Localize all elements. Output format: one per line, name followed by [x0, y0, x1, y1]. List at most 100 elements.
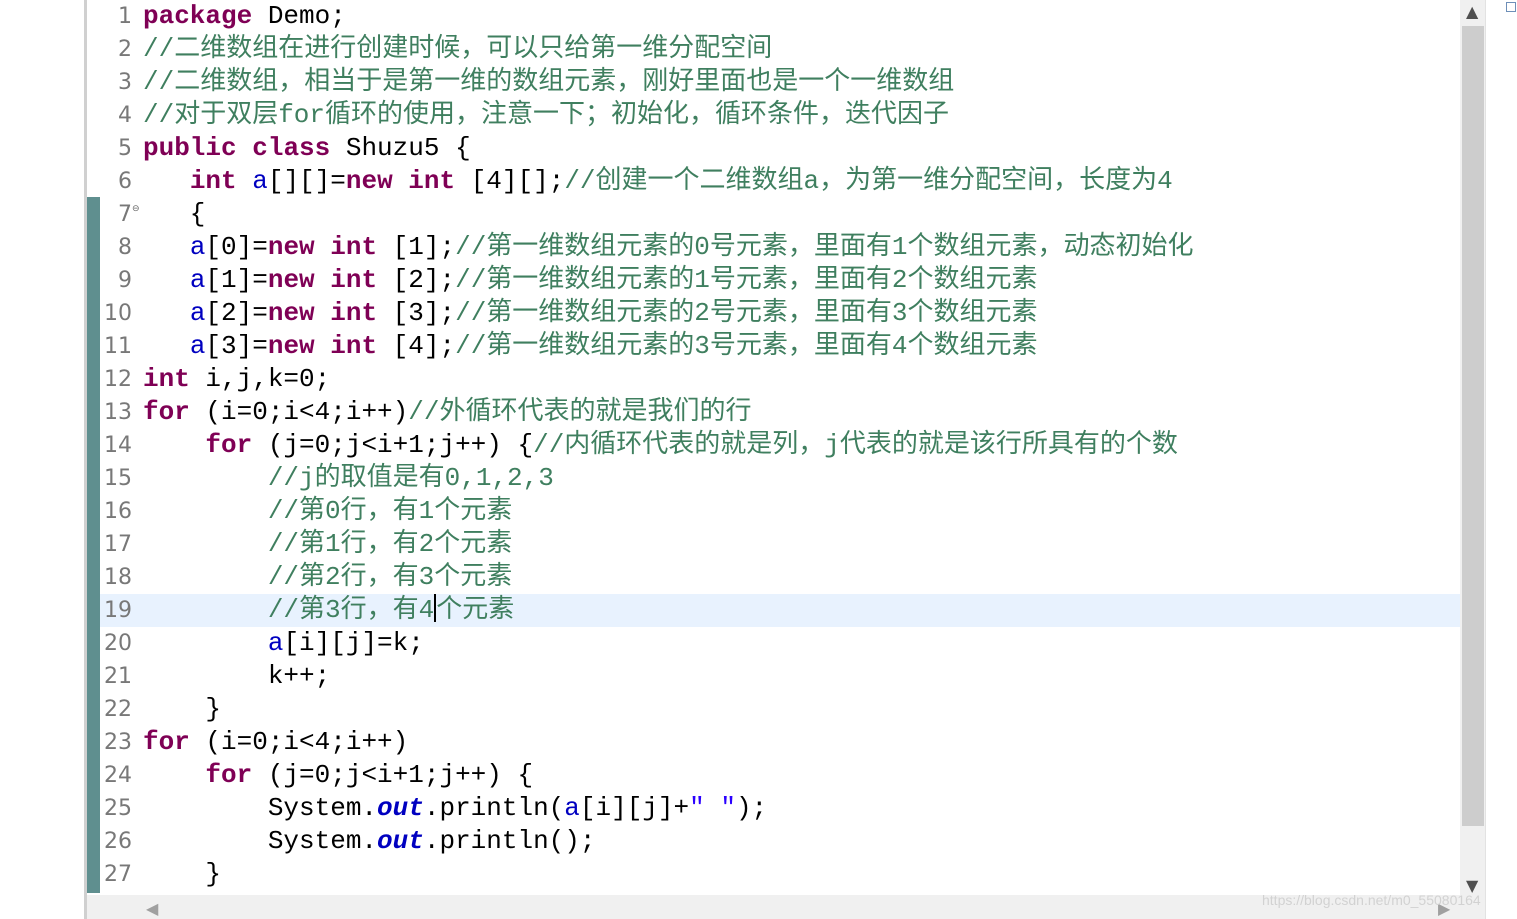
code-line[interactable]: 24 for (j=0;j<i+1;j++) {: [100, 759, 1460, 792]
code-line[interactable]: 7 ⊖ {: [100, 198, 1460, 231]
code-line[interactable]: 12 int i,j,k=0;: [100, 363, 1460, 396]
code-line[interactable]: 20 a[i][j]=k;: [100, 627, 1460, 660]
code-token: //第3行，有4: [267, 595, 435, 625]
code-line[interactable]: 21 k++;: [100, 660, 1460, 693]
code-text: a[3]=new int [4];//第一维数组元素的3号元素，里面有4个数组元…: [143, 330, 1038, 363]
code-token: [0]=: [205, 232, 268, 262]
scroll-left-icon[interactable]: ◀: [146, 899, 158, 918]
code-token: //内循环代表的就是列，j代表的就是该行所具有的个数: [533, 430, 1178, 460]
code-line[interactable]: 13 for (i=0;i<4;i++)//外循环代表的就是我们的行: [100, 396, 1460, 429]
code-line[interactable]: 8 a[0]=new int [1];//第一维数组元素的0号元素，里面有1个数…: [100, 231, 1460, 264]
line-number: 19: [104, 598, 132, 623]
code-token: //创建一个二维数组a，为第一维分配空间，长度为4: [564, 166, 1173, 196]
code-line[interactable]: 9 a[1]=new int [2];//第一维数组元素的1号元素，里面有2个数…: [100, 264, 1460, 297]
code-token: .println();: [423, 826, 596, 856]
line-number: 11: [104, 334, 132, 359]
line-number: 16: [104, 499, 132, 524]
line-number: 10: [104, 301, 132, 326]
fold-toggle-icon[interactable]: ⊖: [132, 204, 140, 214]
vertical-scrollbar-thumb[interactable]: [1462, 26, 1484, 826]
code-line[interactable]: 22 }: [100, 693, 1460, 726]
code-token: a: [564, 793, 580, 823]
code-token: for: [205, 430, 253, 460]
line-number: 4: [118, 103, 132, 128]
code-text: a[2]=new int [3];//第一维数组元素的2号元素，里面有3个数组元…: [143, 297, 1038, 330]
code-token: .println(: [423, 793, 565, 823]
code-token: //第0行，有1个元素: [267, 496, 513, 526]
code-line[interactable]: 1 package Demo;: [100, 0, 1460, 33]
code-line[interactable]: 14 for (j=0;j<i+1;j++) {//内循环代表的就是列，j代表的…: [100, 429, 1460, 462]
code-line[interactable]: 6 int a[][]=new int [4][];//创建一个二维数组a，为第…: [100, 165, 1460, 198]
code-line[interactable]: 15 //j的取值是有0,1,2,3: [100, 462, 1460, 495]
code-token: int: [330, 232, 378, 262]
code-line[interactable]: 3 //二维数组，相当于是第一维的数组元素，刚好里面也是一个一维数组: [100, 66, 1460, 99]
code-line[interactable]: 26 System.out.println();: [100, 825, 1460, 858]
line-number: 23: [104, 730, 132, 755]
code-line[interactable]: 4 //对于双层for循环的使用，注意一下；初始化，循环条件，迭代因子: [100, 99, 1460, 132]
code-token: a: [189, 298, 206, 328]
code-text: //二维数组在进行创建时候，可以只给第一维分配空间: [143, 33, 772, 66]
code-line[interactable]: 2 //二维数组在进行创建时候，可以只给第一维分配空间: [100, 33, 1460, 66]
code-line[interactable]: 10 a[2]=new int [3];//第一维数组元素的2号元素，里面有3个…: [100, 297, 1460, 330]
code-line[interactable]: 17 //第1行，有2个元素: [100, 528, 1460, 561]
code-line[interactable]: 25 System.out.println(a[i][j]+" ");: [100, 792, 1460, 825]
line-number: 18: [104, 565, 132, 590]
code-text: k++;: [143, 660, 330, 693]
code-token: new: [267, 232, 315, 262]
code-token: for: [143, 727, 190, 757]
code-token: Demo;: [252, 1, 346, 31]
code-token: 个元素: [436, 595, 515, 625]
line-number: 15: [104, 466, 132, 491]
code-line[interactable]: 23 for (i=0;i<4;i++): [100, 726, 1460, 759]
code-token: int: [189, 166, 237, 196]
code-token: a: [189, 232, 206, 262]
code-text: {: [143, 198, 206, 231]
code-token: [3];: [377, 298, 456, 328]
line-number: 26: [104, 829, 132, 854]
code-token: public: [143, 133, 237, 163]
code-text: //j的取值是有0,1,2,3: [143, 462, 554, 495]
overview-ruler-marker[interactable]: [1506, 2, 1516, 12]
overview-ruler: [1485, 0, 1517, 919]
line-number: 6: [118, 169, 132, 194]
code-text: //第1行，有2个元素: [143, 528, 512, 561]
code-line[interactable]: 19 //第3行，有4个元素: [100, 594, 1460, 627]
code-token: (i=0;i<4;i++): [189, 727, 409, 757]
code-token: //第一维数组元素的0号元素，里面有1个数组元素，动态初始化: [455, 232, 1194, 262]
code-token: for: [205, 760, 253, 790]
code-token: new: [267, 265, 315, 295]
code-text: //二维数组，相当于是第一维的数组元素，刚好里面也是一个一维数组: [143, 66, 954, 99]
scroll-up-icon[interactable]: ▲: [1466, 2, 1478, 21]
code-line[interactable]: 27 }: [100, 858, 1460, 891]
code-token: [2]=: [205, 298, 268, 328]
code-line[interactable]: 18 //第2行，有3个元素: [100, 561, 1460, 594]
line-number: 17: [104, 532, 132, 557]
code-token: for: [143, 397, 190, 427]
line-number: 2: [118, 37, 132, 62]
code-token: int: [330, 298, 378, 328]
code-line[interactable]: 11 a[3]=new int [4];//第一维数组元素的3号元素，里面有4个…: [100, 330, 1460, 363]
code-text: //第0行，有1个元素: [143, 495, 512, 528]
code-text: System.out.println();: [143, 825, 596, 858]
line-number: 25: [104, 796, 132, 821]
code-token: }: [143, 859, 222, 889]
code-editor[interactable]: 1 package Demo; 2 //二维数组在进行创建时候，可以只给第一维分配空间…: [100, 0, 1460, 895]
code-token: int: [330, 331, 378, 361]
code-line[interactable]: 5 public class Shuzu5 {: [100, 132, 1460, 165]
code-text: a[0]=new int [1];//第一维数组元素的0号元素，里面有1个数组元…: [143, 231, 1194, 264]
code-token: System.: [143, 826, 378, 856]
code-text: for (j=0;j<i+1;j++) {//内循环代表的就是列，j代表的就是该…: [143, 429, 1178, 462]
code-token: [1]=: [205, 265, 268, 295]
code-token: //第一维数组元素的1号元素，里面有2个数组元素: [455, 265, 1038, 295]
code-token: [i][j]=k;: [283, 628, 424, 658]
code-line[interactable]: 16 //第0行，有1个元素: [100, 495, 1460, 528]
code-token: package: [143, 1, 253, 31]
code-token: k++;: [143, 661, 331, 691]
line-number: 7: [118, 202, 132, 227]
line-number: 14: [104, 433, 132, 458]
